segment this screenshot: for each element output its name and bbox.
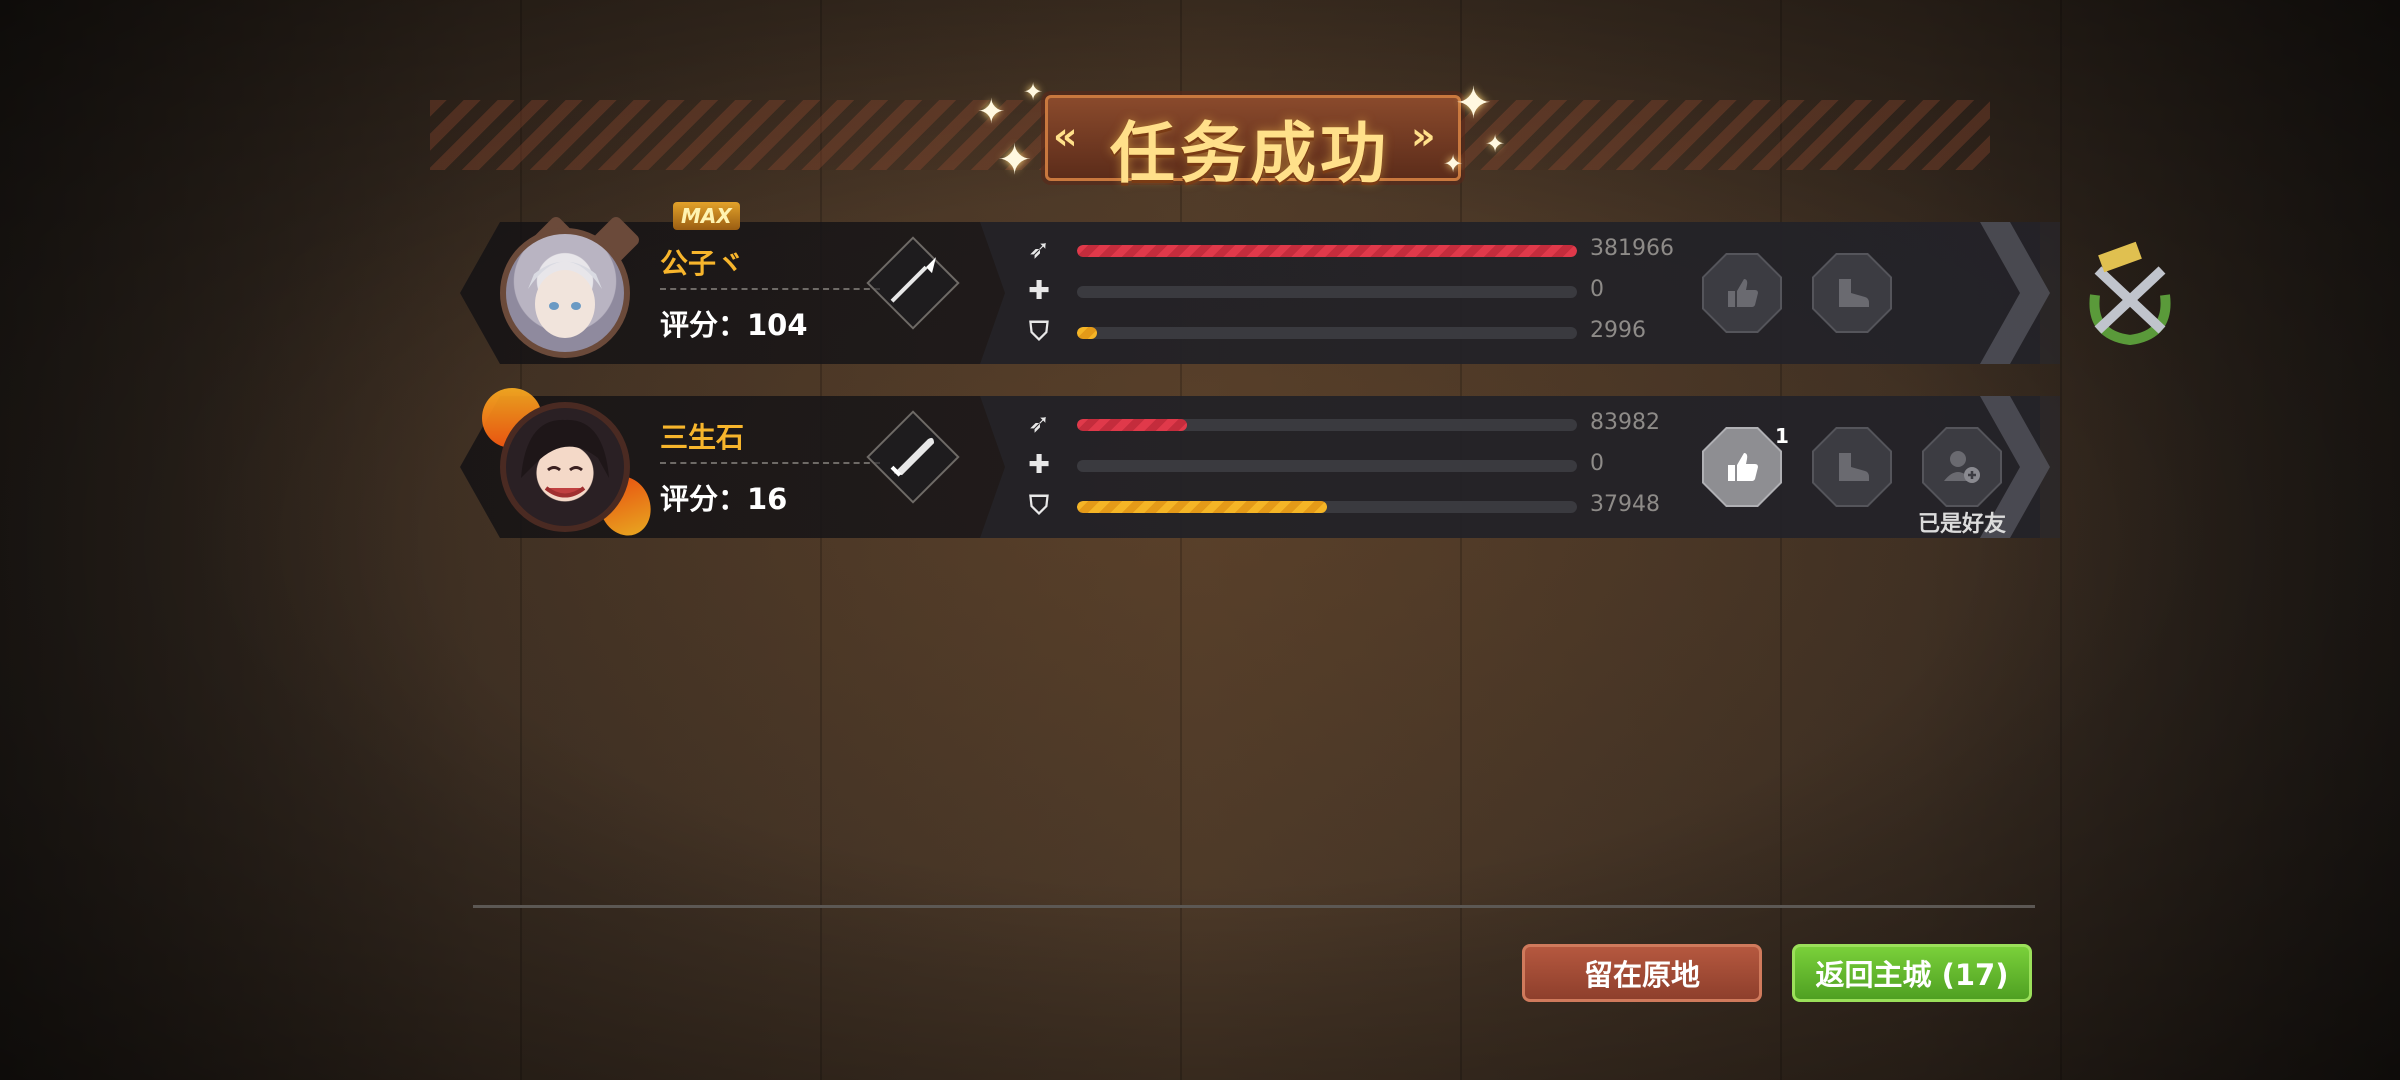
heal-bar [1077,460,1577,472]
damage-value: 83982 [1590,410,1660,435]
heal-bar [1077,286,1577,298]
tank-icon: ⛉ [1029,491,1049,521]
player-name: 公子ヾ [660,247,745,280]
damage-value: 381966 [1590,236,1674,261]
max-badge: MAX [673,202,740,230]
player-row: MAX 公子ヾ 评分：104 ➶ 381966 ✚ 0 ⛉ 2996 [460,202,2060,364]
like-button[interactable] [1704,255,1780,331]
heal-icon: ✚ [1028,276,1050,306]
stay-button-label: 留在原地 [1583,958,1700,992]
divider [473,905,2035,908]
like-count: 1 [1775,424,1789,448]
stay-button[interactable]: 留在原地 [1522,944,1762,1002]
tank-bar [1077,501,1577,513]
divider [660,462,880,464]
return-button-label: 返回主城 (17) [1815,958,2009,992]
player-row: 三生石 评分：16 ➶ 83982 ✚ 0 ⛉ 37948 1 已是好友 [460,388,2060,543]
return-to-city-button[interactable]: 返回主城 (17) [1792,944,2032,1002]
kick-button[interactable] [1814,429,1890,505]
mvp-medal-icon [2080,240,2180,350]
add-friend-button[interactable] [1924,429,2000,505]
friend-status-label: 已是好友 [1918,512,2007,537]
thumbs-up-icon [1728,279,1758,307]
damage-bar-fill [1077,245,1577,257]
heal-value: 0 [1590,451,1604,476]
player-score: 评分：104 [660,308,808,342]
damage-icon: ➶ [1028,409,1050,439]
tank-bar [1077,327,1577,339]
tank-value: 37948 [1590,492,1660,517]
damage-icon: ➶ [1028,235,1050,265]
damage-bar [1077,419,1577,431]
avatar[interactable] [500,228,630,358]
avatar[interactable] [500,402,630,532]
player-name: 三生石 [660,421,745,454]
like-button[interactable] [1704,429,1780,505]
add-friend-icon [1944,451,1980,483]
boot-icon [1839,453,1869,481]
tank-icon: ⛉ [1029,317,1049,347]
kick-button[interactable] [1814,255,1890,331]
damage-bar [1077,245,1577,257]
tank-bar-fill [1077,327,1097,339]
divider [660,288,880,290]
tank-bar-fill [1077,501,1327,513]
heal-icon: ✚ [1028,450,1050,480]
damage-bar-fill [1077,419,1187,431]
mission-result-banner: ✦ ✦ ✦ ✦ ✦ ✦ « » 任务成功 [975,70,1525,195]
thumbs-up-icon [1728,453,1758,481]
boot-icon [1839,279,1869,307]
page-title: 任务成功 [1110,115,1390,192]
heal-value: 0 [1590,277,1604,302]
player-score: 评分：16 [660,482,788,516]
tank-value: 2996 [1590,318,1646,343]
